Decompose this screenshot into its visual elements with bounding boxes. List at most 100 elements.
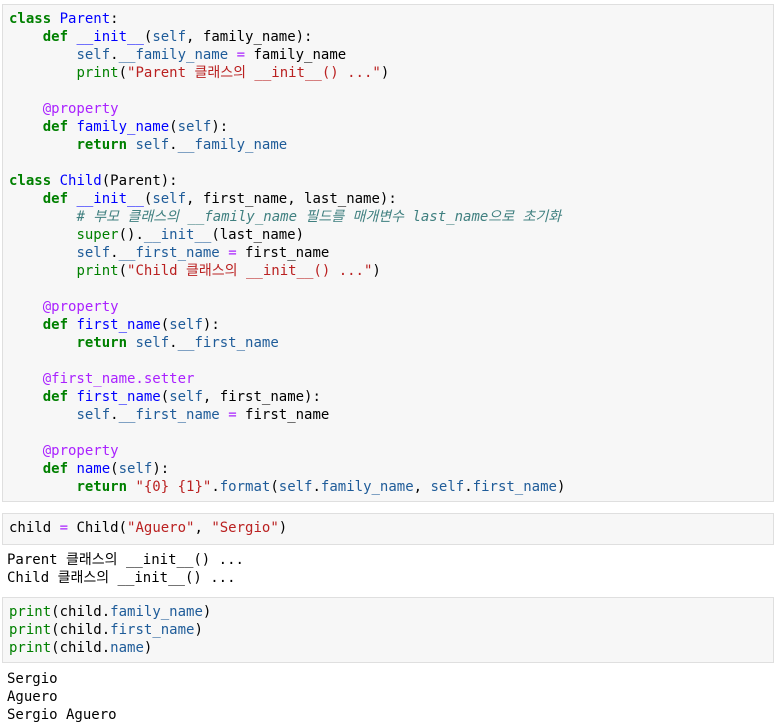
code-text: ( bbox=[160, 389, 170, 405]
self-keyword: self bbox=[430, 479, 465, 495]
attribute: __family_name bbox=[118, 47, 229, 63]
code-text: child bbox=[9, 520, 60, 536]
attribute: family_name bbox=[110, 604, 203, 620]
function-name: __init__ bbox=[76, 191, 144, 207]
keyword: def bbox=[42, 389, 69, 405]
function-name: first_name bbox=[76, 389, 161, 405]
code-text: ) bbox=[278, 520, 288, 536]
code-text: ): bbox=[152, 461, 170, 477]
attribute: __init__ bbox=[143, 227, 212, 243]
code-text: ) bbox=[202, 604, 212, 620]
code-text: (child. bbox=[51, 604, 111, 620]
string-literal: "Child 클래스의 __init__() ..." bbox=[127, 263, 373, 279]
self-keyword: self bbox=[118, 461, 153, 477]
attribute: __family_name bbox=[177, 137, 288, 153]
builtin: print bbox=[9, 604, 52, 620]
code-editor[interactable]: child = Child("Aguero", "Sergio") bbox=[3, 514, 773, 542]
self-keyword: self bbox=[76, 407, 111, 423]
attribute: first_name bbox=[110, 622, 195, 638]
code-cell-create-child[interactable]: child = Child("Aguero", "Sergio") bbox=[2, 513, 774, 545]
code-text: . bbox=[211, 479, 220, 495]
code-text: . bbox=[169, 335, 178, 351]
code-text: . bbox=[169, 137, 178, 153]
self-keyword: self bbox=[135, 335, 170, 351]
code-text: first_name bbox=[236, 407, 330, 423]
attribute: __first_name bbox=[118, 245, 220, 261]
decorator: @property bbox=[42, 101, 119, 117]
code-text: ( bbox=[110, 461, 119, 477]
keyword: def bbox=[42, 119, 69, 135]
code-text: ( bbox=[118, 65, 128, 81]
code-text: ) bbox=[556, 479, 566, 495]
keyword: return bbox=[76, 335, 128, 351]
attribute: name bbox=[110, 640, 144, 656]
self-keyword: self bbox=[169, 317, 203, 333]
keyword: class bbox=[9, 11, 52, 27]
builtin: super bbox=[76, 227, 119, 243]
output-area-property-prints: Sergio Aguero Sergio Aguero bbox=[2, 670, 774, 725]
self-keyword: self bbox=[135, 137, 170, 153]
keyword: return bbox=[76, 479, 128, 495]
code-text: , family_name): bbox=[186, 29, 313, 45]
code-text: first_name bbox=[236, 245, 330, 261]
operator: = bbox=[59, 520, 69, 536]
builtin: print bbox=[9, 640, 52, 656]
code-cell-print-properties[interactable]: print(child.family_name) print(child.fir… bbox=[2, 597, 774, 663]
code-text: . bbox=[110, 47, 119, 63]
self-keyword: self bbox=[169, 389, 203, 405]
comment: # 부모 클래스의 __family_name 필드를 매개변수 last_na… bbox=[76, 209, 562, 225]
self-keyword: self bbox=[152, 29, 187, 45]
output-area-constructor-prints: Parent 클래스의 __init__() ... Child 클래스의 __… bbox=[2, 551, 774, 589]
string-literal: "Parent 클래스의 __init__() ..." bbox=[127, 65, 381, 81]
operator: = bbox=[236, 47, 246, 63]
string-literal: "{0} {1}" bbox=[135, 479, 212, 495]
attribute: format bbox=[219, 479, 271, 495]
self-keyword: self bbox=[76, 47, 111, 63]
code-text: ) bbox=[143, 640, 153, 656]
code-text: ) bbox=[380, 65, 390, 81]
self-keyword: self bbox=[278, 479, 313, 495]
code-text: , first_name): bbox=[202, 389, 321, 405]
attribute: __first_name bbox=[118, 407, 220, 423]
class-name: Child bbox=[59, 173, 102, 189]
code-text: Child( bbox=[68, 520, 128, 536]
code-text: , first_name, last_name): bbox=[186, 191, 397, 207]
code-text: (Parent): bbox=[101, 173, 178, 189]
code-editor[interactable]: print(child.family_name) print(child.fir… bbox=[3, 598, 773, 662]
string-literal: "Aguero" bbox=[127, 520, 195, 536]
keyword: def bbox=[42, 29, 69, 45]
operator: = bbox=[228, 245, 237, 261]
code-editor[interactable]: class Parent: def __init__(self, family_… bbox=[3, 5, 773, 501]
code-text: . bbox=[464, 479, 473, 495]
self-keyword: self bbox=[152, 191, 187, 207]
code-text: family_name bbox=[245, 47, 347, 63]
output-text: Parent 클래스의 __init__() ... Child 클래스의 __… bbox=[7, 552, 244, 586]
function-name: name bbox=[76, 461, 111, 477]
builtin: print bbox=[9, 622, 52, 638]
code-text: , bbox=[194, 520, 212, 536]
code-cell-class-definitions[interactable]: class Parent: def __init__(self, family_… bbox=[2, 4, 774, 502]
code-text: ): bbox=[202, 317, 220, 333]
function-name: first_name bbox=[76, 317, 161, 333]
string-literal: "Sergio" bbox=[211, 520, 279, 536]
function-name: family_name bbox=[76, 119, 170, 135]
code-text: ): bbox=[211, 119, 229, 135]
